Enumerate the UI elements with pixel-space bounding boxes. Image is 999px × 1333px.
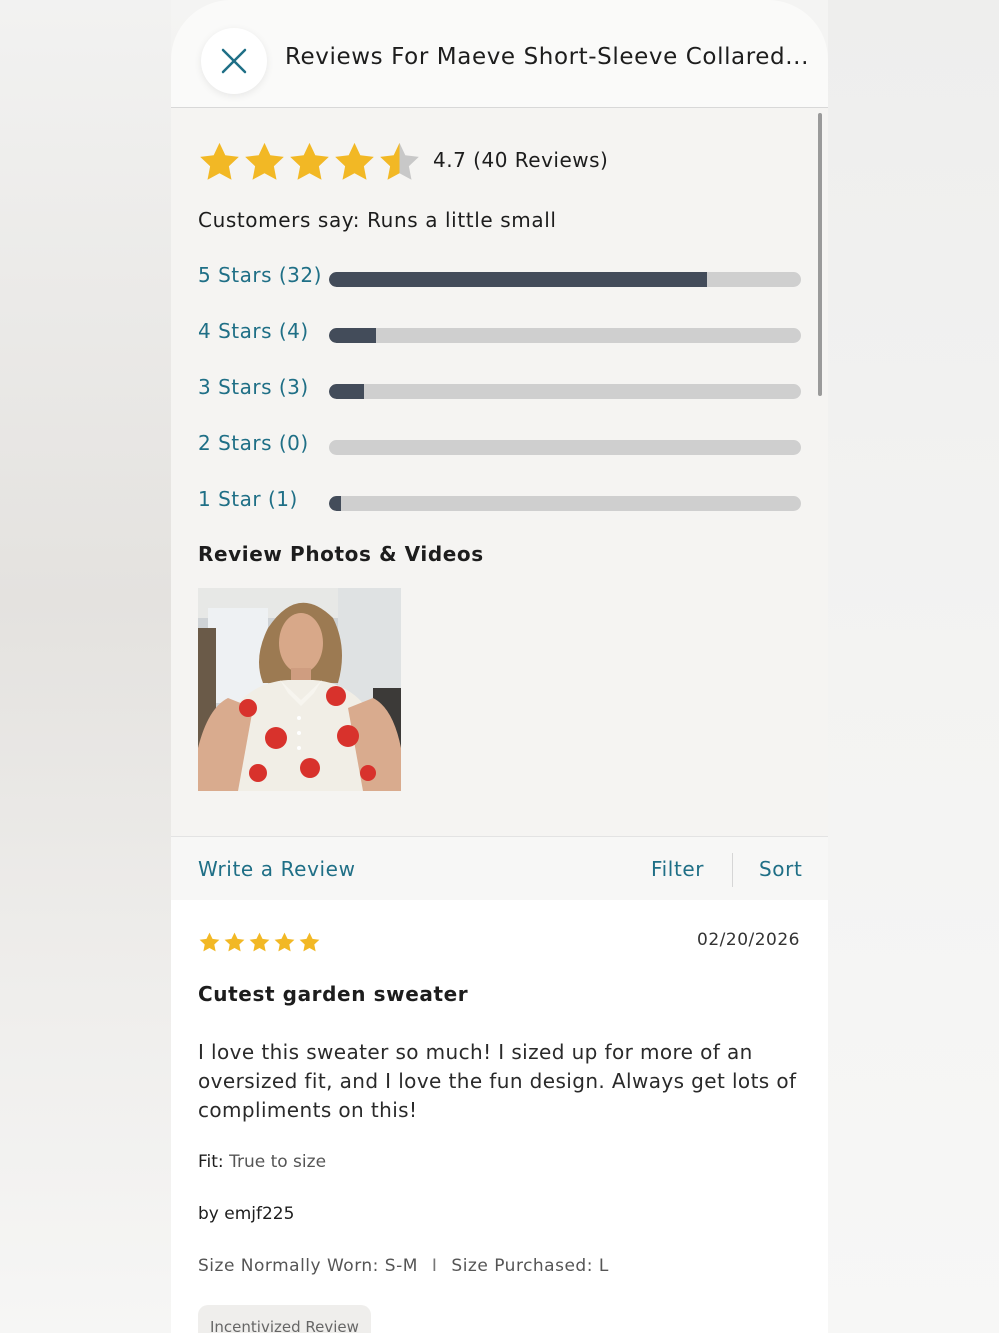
scrollbar[interactable] xyxy=(818,113,822,396)
fit-value: True to size xyxy=(229,1152,327,1172)
star-icon xyxy=(274,932,295,952)
star-icon xyxy=(224,932,245,952)
review-body: I love this sweater so much! I sized up … xyxy=(198,1040,797,1122)
rating-bar-track xyxy=(329,328,801,343)
size-separator: I xyxy=(431,1256,438,1276)
rating-bar-fill xyxy=(329,272,707,287)
rating-bar-label[interactable]: 5 Stars (32) xyxy=(198,263,322,287)
rating-bar-track xyxy=(329,440,801,455)
rating-bar-3[interactable]: 3 Stars (3) xyxy=(198,375,801,405)
rating-bar-2[interactable]: 2 Stars (0) xyxy=(198,431,801,461)
review-card: 02/20/2026 Cutest garden sweater I love … xyxy=(171,900,828,1333)
review-title: Cutest garden sweater xyxy=(198,982,469,1006)
star-icon xyxy=(245,142,284,180)
action-divider xyxy=(732,853,733,887)
rating-bar-5[interactable]: 5 Stars (32) xyxy=(198,263,801,293)
review-date: 02/20/2026 xyxy=(697,930,800,950)
rating-bar-1[interactable]: 1 Star (1) xyxy=(198,487,801,517)
close-icon xyxy=(221,48,247,74)
rating-text: 4.7 (40 Reviews) xyxy=(433,148,609,172)
filter-button[interactable]: Filter xyxy=(651,857,704,881)
reviews-sheet: Reviews For Maeve Short-Sleeve Collared.… xyxy=(171,0,828,1333)
rating-bar-track xyxy=(329,384,801,399)
rating-bar-track xyxy=(329,496,801,511)
rating-bar-fill xyxy=(329,328,377,343)
rating-bar-fill xyxy=(329,384,365,399)
review-photo-thumbnail[interactable] xyxy=(198,588,401,791)
review-author: by emjf225 xyxy=(198,1204,295,1224)
rating-bar-label[interactable]: 4 Stars (4) xyxy=(198,319,309,343)
review-actions-bar: Write a Review Filter Sort xyxy=(171,836,828,900)
rating-bar-4[interactable]: 4 Stars (4) xyxy=(198,319,801,349)
review-sizes: Size Normally Worn: S-M I Size Purchased: … xyxy=(198,1256,609,1276)
review-photo-image xyxy=(198,588,401,791)
star-icon xyxy=(290,142,329,180)
rating-bar-fill xyxy=(329,496,341,511)
review-stars xyxy=(197,930,322,955)
backdrop-right xyxy=(828,0,999,1333)
review-fit: Fit: True to size xyxy=(198,1152,326,1172)
page-title: Reviews For Maeve Short-Sleeve Collared.… xyxy=(285,44,809,70)
star-icon xyxy=(335,142,374,180)
sheet-header: Reviews For Maeve Short-Sleeve Collared.… xyxy=(171,0,828,108)
rating-bar-label[interactable]: 1 Star (1) xyxy=(198,487,298,511)
review-photos-title: Review Photos & Videos xyxy=(198,542,484,566)
fit-summary: Customers say: Runs a little small xyxy=(198,208,557,232)
incentivized-review-badge: Incentivized Review xyxy=(198,1305,371,1333)
sort-button[interactable]: Sort xyxy=(759,857,802,881)
backdrop-left xyxy=(0,0,171,1333)
rating-bar-track xyxy=(329,272,801,287)
star-icon xyxy=(199,932,220,952)
average-rating-stars xyxy=(197,139,422,185)
fit-label: Fit: xyxy=(198,1152,224,1172)
star-icon xyxy=(299,932,320,952)
write-review-link[interactable]: Write a Review xyxy=(198,857,356,881)
size-normally-worn: Size Normally Worn: S-M xyxy=(198,1256,418,1276)
size-purchased: Size Purchased: L xyxy=(451,1256,609,1276)
star-icon xyxy=(249,932,270,952)
star-half-icon xyxy=(380,142,419,180)
close-button[interactable] xyxy=(201,28,267,94)
star-icon xyxy=(200,142,239,180)
rating-bar-label[interactable]: 2 Stars (0) xyxy=(198,431,309,455)
rating-bar-label[interactable]: 3 Stars (3) xyxy=(198,375,309,399)
